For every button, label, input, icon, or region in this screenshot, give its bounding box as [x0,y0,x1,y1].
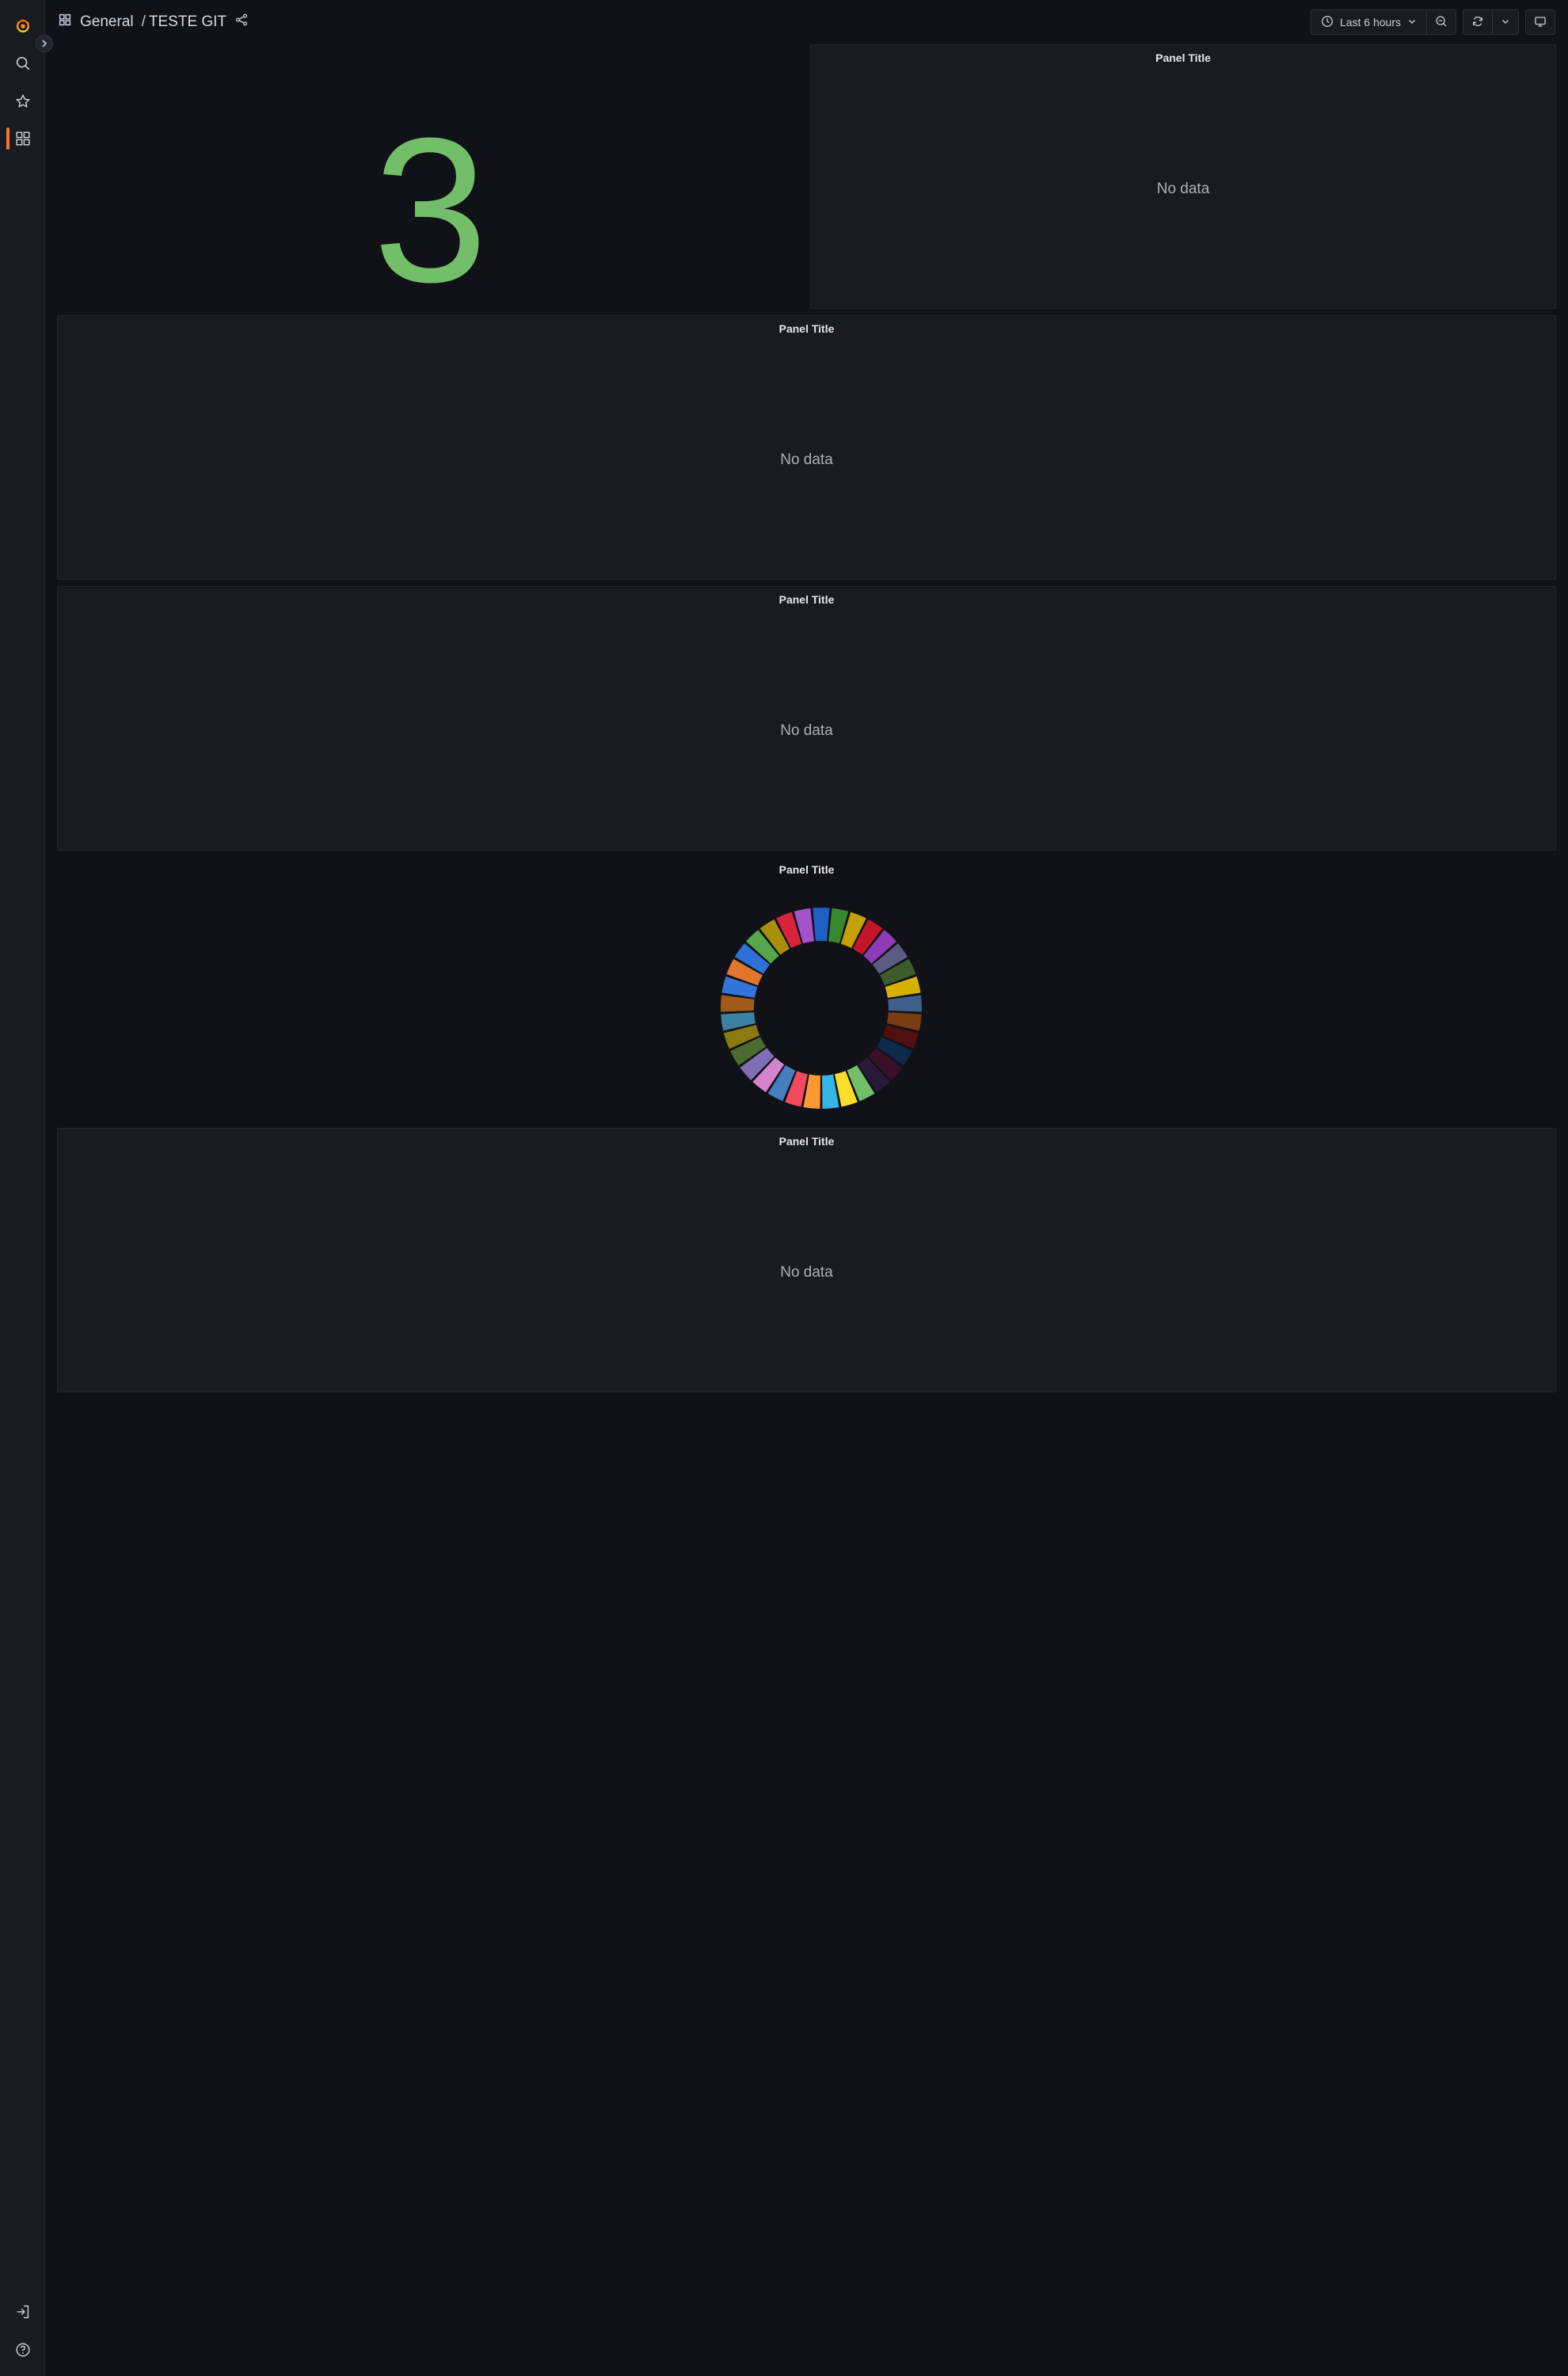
stat-panel[interactable]: 3 [57,44,804,314]
dashboard-app: General / TESTE GIT Last 6 hours 3 Panel… [0,0,1568,2376]
sidebar [0,0,53,2376]
refresh-group [1463,10,1519,35]
chevron-down-icon [1501,16,1510,29]
star-icon[interactable] [0,83,45,120]
monitor-icon [1534,15,1547,30]
apps-icon [58,13,72,32]
panel-title[interactable]: Panel Title [58,1135,1555,1148]
share-icon[interactable] [234,13,249,32]
stat-value: 3 [373,96,488,326]
panel-row-3[interactable]: Panel Title No data [57,586,1556,851]
panel-top-right[interactable]: Panel Title No data [810,44,1556,309]
search-icon[interactable] [0,45,45,82]
refresh-interval-dropdown[interactable] [1492,10,1518,34]
time-range-picker[interactable]: Last 6 hours [1311,10,1426,34]
donut-slice[interactable] [721,995,755,1012]
no-data-message: No data [780,451,833,468]
no-data-message: No data [780,722,833,739]
donut-chart-svg [721,908,922,1109]
panel-title[interactable]: Panel Title [58,593,1555,606]
no-data-message: No data [1156,181,1210,197]
clock-icon [1321,15,1334,30]
dashboard-toolbar: Last 6 hours [1310,10,1555,35]
grafana-logo-svg [16,18,29,32]
time-picker-group: Last 6 hours [1310,10,1456,35]
chevron-down-icon [1407,16,1417,29]
donut-chart [714,901,928,1115]
time-range-label: Last 6 hours [1339,16,1401,29]
donut-slice[interactable] [888,995,922,1012]
sync-icon [1471,15,1484,30]
panel-row-5[interactable]: Panel Title No data [57,1128,1556,1392]
zoom-out-button[interactable] [1426,10,1456,34]
zoom-out-icon [1435,15,1448,30]
panel-title[interactable]: Panel Title [58,322,1555,335]
refresh-button[interactable] [1463,10,1492,34]
no-data-message: No data [780,1264,833,1281]
breadcrumb: General / TESTE GIT [58,0,249,44]
donut-slice[interactable] [813,908,830,942]
sign-in-icon[interactable] [0,2294,45,2330]
apps-icon[interactable] [0,120,45,157]
view-mode-group [1525,10,1555,35]
top-nav: General / TESTE GIT Last 6 hours [45,0,1568,44]
breadcrumb-separator: / [141,13,146,30]
panel-donut[interactable]: Panel Title [57,857,1556,1121]
tv-mode-button[interactable] [1526,10,1555,34]
panel-title[interactable]: Panel Title [811,51,1555,64]
help-icon[interactable] [0,2332,45,2368]
dashboard-title[interactable]: TESTE GIT [149,13,226,31]
breadcrumb-folder[interactable]: General [80,13,134,31]
panel-title[interactable]: Panel Title [57,863,1556,876]
panel-row-2[interactable]: Panel Title No data [57,315,1556,580]
